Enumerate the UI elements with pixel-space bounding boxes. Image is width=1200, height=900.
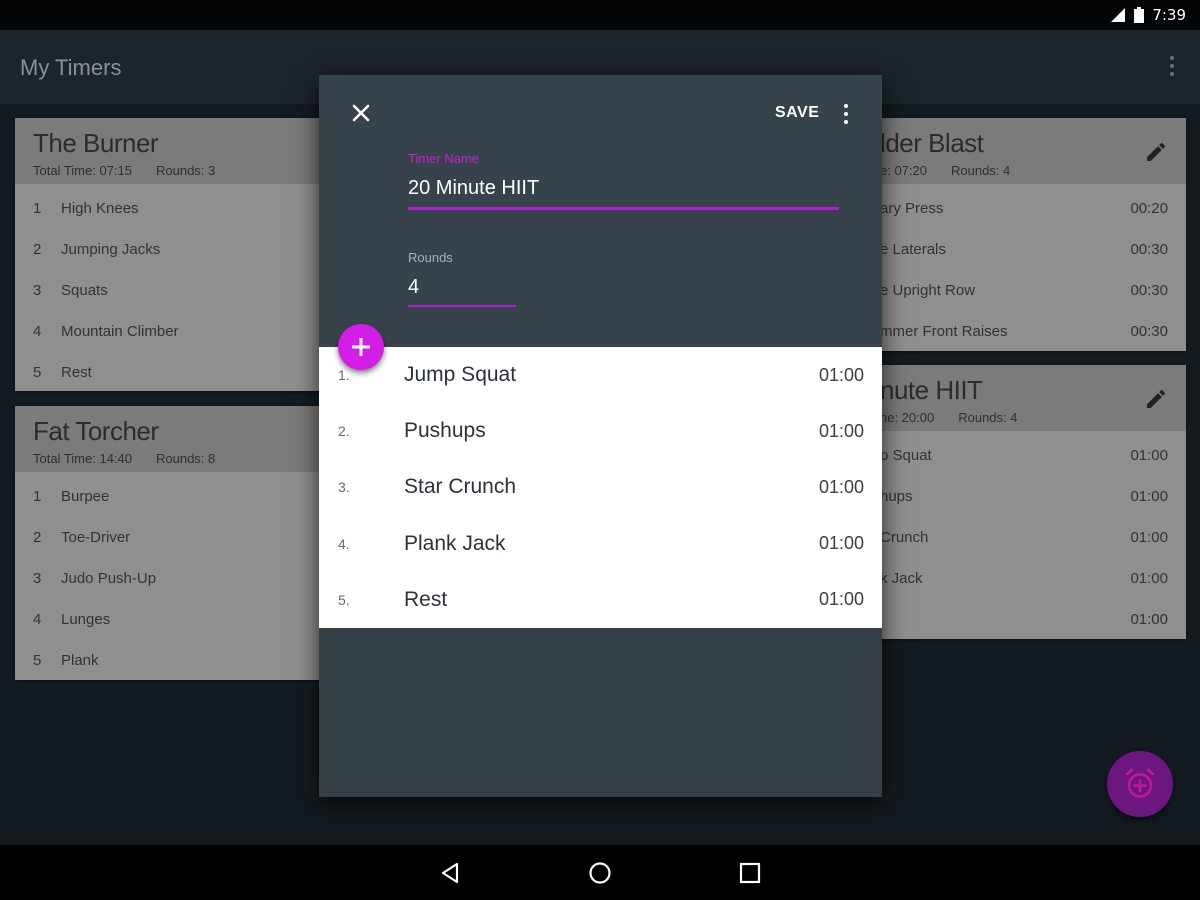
- list-item: mmer Front Raises 00:30: [880, 323, 1168, 340]
- timer-card-fat-torcher[interactable]: Fat Torcher Total Time: 14:40 Rounds: 8 …: [15, 406, 325, 680]
- card-total-time: Total Time: 07:15: [33, 163, 132, 178]
- timer-name-input[interactable]: [408, 174, 839, 210]
- card-title: Fat Torcher: [33, 416, 159, 446]
- edit-pencil-icon[interactable]: [1144, 140, 1168, 164]
- card-meta: Total Time: 14:40 Rounds: 8: [33, 451, 307, 466]
- timer-card-shoulder-blast[interactable]: lder Blast e: 07:20 Rounds: 4 ary Press 0…: [870, 118, 1186, 351]
- exercise-row[interactable]: 3. Star Crunch 01:00: [319, 459, 882, 515]
- list-item: 1 Burpee: [33, 488, 110, 505]
- exercise-index: 5.: [338, 591, 350, 608]
- more-options-icon[interactable]: [1170, 56, 1174, 76]
- card-header: The Burner Total Time: 07:15 Rounds: 3: [15, 118, 325, 184]
- signal-icon: [1111, 8, 1126, 22]
- status-icons: 7:39: [1110, 6, 1186, 24]
- card-rows: 1 High Knees 2 Jumping Jacks 3 Squats 4 Moun…: [15, 184, 325, 391]
- dialog-more-options-icon[interactable]: [843, 104, 849, 124]
- exercise-name: Jump Squat: [404, 363, 517, 387]
- list-item: k Jack 01:00: [880, 570, 1168, 587]
- card-rounds: Rounds: 3: [156, 163, 216, 178]
- rounds-input[interactable]: [408, 273, 516, 307]
- exercise-row[interactable]: 2. Pushups 01:00: [319, 403, 882, 459]
- card-rounds: Rounds: 8: [156, 451, 216, 466]
- card-title: lder Blast: [880, 128, 984, 158]
- close-icon[interactable]: [347, 99, 375, 127]
- add-exercise-button[interactable]: [338, 324, 384, 370]
- battery-icon: [1134, 7, 1145, 23]
- home-icon[interactable]: [587, 860, 613, 886]
- card-rounds: Rounds: 4: [951, 163, 1011, 178]
- card-title: nute HIIT: [880, 375, 983, 405]
- card-total-time: ne: 20:00: [880, 410, 935, 425]
- exercise-index: 1.: [338, 367, 350, 384]
- card-rows: ary Press 00:20 e Laterals 00:30 e Upright…: [870, 184, 1186, 351]
- card-header: Fat Torcher Total Time: 14:40 Rounds: 8: [15, 406, 325, 472]
- list-item: p Squat 01:00: [880, 447, 1168, 464]
- timer-name-label: Timer Name: [408, 151, 480, 166]
- list-item: 01:00: [1130, 611, 1168, 628]
- exercise-row[interactable]: 1. Jump Squat 01:00: [319, 347, 882, 403]
- list-item: 3 Judo Push-Up: [33, 570, 157, 587]
- alarm-add-icon: [1125, 768, 1155, 798]
- timer-card-the-burner[interactable]: The Burner Total Time: 07:15 Rounds: 3 1…: [15, 118, 325, 391]
- recents-icon[interactable]: [737, 860, 763, 886]
- list-item: 2 Toe-Driver: [33, 529, 131, 546]
- system-nav-bar: [0, 845, 1200, 900]
- exercise-name: Star Crunch: [404, 475, 517, 499]
- status-bar: 7:39: [0, 0, 1200, 30]
- list-item: 4 Mountain Climber: [33, 323, 179, 340]
- exercise-index: 2.: [338, 423, 350, 440]
- card-rows: 1 Burpee 2 Toe-Driver 3 Judo Push-Up 4 Lunge…: [15, 472, 325, 680]
- clock-time: 7:39: [1152, 6, 1186, 24]
- edit-timer-dialog: SAVE Timer Name Rounds 1. Jump Squat 01:…: [319, 75, 882, 797]
- card-meta: ne: 20:00 Rounds: 4: [880, 410, 1168, 425]
- exercise-duration: 01:00: [818, 364, 864, 385]
- card-rows: p Squat 01:00 hups 01:00 Crunch 01:00 k Jac…: [870, 431, 1186, 639]
- exercise-list: 1. Jump Squat 01:00 2. Pushups 01:00 3. …: [319, 347, 882, 628]
- card-rounds: Rounds: 4: [958, 410, 1018, 425]
- card-total-time: Total Time: 14:40: [33, 451, 132, 466]
- timer-card-20-minute-hiit[interactable]: nute HIIT ne: 20:00 Rounds: 4 p Squat 01:…: [870, 365, 1186, 639]
- list-item: 3 Squats: [33, 282, 108, 299]
- exercise-row[interactable]: 5. Rest 01:00: [319, 572, 882, 628]
- card-header: lder Blast e: 07:20 Rounds: 4: [870, 118, 1186, 184]
- exercise-duration: 01:00: [818, 533, 864, 554]
- list-item: Crunch 01:00: [880, 529, 1168, 546]
- card-title: The Burner: [33, 128, 159, 158]
- exercise-duration: 01:00: [818, 476, 864, 497]
- add-timer-button[interactable]: [1107, 751, 1173, 817]
- dialog-header: SAVE Timer Name Rounds: [319, 75, 882, 347]
- list-item: 2 Jumping Jacks: [33, 241, 161, 258]
- edit-pencil-icon[interactable]: [1144, 387, 1168, 411]
- list-item: 5 Plank: [33, 652, 99, 669]
- page-title: My Timers: [20, 55, 122, 80]
- card-header: nute HIIT ne: 20:00 Rounds: 4: [870, 365, 1186, 431]
- list-item: e Upright Row 00:30: [880, 282, 1168, 299]
- list-item: 1 High Knees: [33, 200, 139, 217]
- list-item: hups 01:00: [880, 488, 1168, 505]
- list-item: e Laterals 00:30: [880, 241, 1168, 258]
- exercise-index: 4.: [338, 535, 350, 552]
- list-item: ary Press 00:20: [880, 200, 1168, 217]
- card-total-time: e: 07:20: [880, 163, 927, 178]
- exercise-index: 3.: [338, 479, 350, 496]
- exercise-name: Rest: [404, 587, 448, 611]
- list-item: 4 Lunges: [33, 611, 111, 628]
- list-item: 5 Rest: [33, 364, 92, 381]
- exercise-duration: 01:00: [818, 589, 864, 610]
- rounds-label: Rounds: [408, 250, 453, 265]
- card-meta: e: 07:20 Rounds: 4: [880, 163, 1168, 178]
- exercise-name: Pushups: [404, 419, 486, 443]
- exercise-row[interactable]: 4. Plank Jack 01:00: [319, 516, 882, 572]
- exercise-name: Plank Jack: [404, 531, 506, 555]
- save-button[interactable]: SAVE: [775, 104, 819, 122]
- exercise-duration: 01:00: [818, 420, 864, 441]
- card-meta: Total Time: 07:15 Rounds: 3: [33, 163, 307, 178]
- back-icon[interactable]: [437, 860, 463, 886]
